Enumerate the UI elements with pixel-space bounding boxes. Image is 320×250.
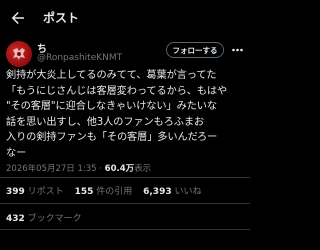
quotes-label: 件の引用 [96,187,133,197]
follow-button[interactable]: フォローする [166,42,224,58]
bookmarks-label: ブックマーク [27,214,82,224]
page-title: ポスト [43,11,80,25]
post-text-line: 剣持が大炎上してるのみてて、葛葉が言ってた [6,70,217,81]
post-text-line: "その客層"に迎合しなきゃいけない」みたいな [6,101,217,113]
quotes-count: 155 [74,187,94,197]
divider [0,229,250,230]
post-meta: 2026年05月27日 1:35 · 60.4万表示 [6,162,151,174]
meta-separator: · [99,164,102,174]
post-text-line: 「もうにじさんじは客層変わってるから、もはや [6,85,228,97]
bookmarks-count: 432 [6,214,25,224]
reposts-stat[interactable]: 399 リポスト [6,187,64,197]
post-text-line: なー [6,147,27,159]
reposts-label: リポスト [27,187,64,197]
likes-stat[interactable]: 6,393 いいね [143,187,201,197]
divider [0,203,250,204]
post-text-line: 話を思い出すし、他3人のファンもろふまお [6,116,205,128]
engagement-stats: 399 リポスト 155 件の引用 6,393 いいね [6,184,209,197]
likes-label: いいね [174,187,202,197]
avatar[interactable] [6,41,32,67]
top-bar: ポスト [0,0,250,34]
post-text: 剣持が大炎上してるのみてて、葛葉が言ってた 「もうにじさんじは客層変わってるから… [6,68,248,162]
post-timestamp[interactable]: 2026年05月27日 1:35 [6,164,97,174]
post-text-line: 入りの剣持ファンも「その客層」多いんだろー [6,132,218,144]
views-label: 表示 [134,164,152,174]
author-handle[interactable]: @RonpashiteKNMT [37,53,122,63]
bookmarks-stat[interactable]: 432 ブックマーク [6,211,82,224]
arrow-left-icon[interactable] [9,9,27,27]
more-dots-icon[interactable] [231,44,244,56]
divider [0,177,250,178]
avatar-image-icon [13,48,25,60]
views-count: 60.4万 [104,164,135,174]
likes-count: 6,393 [143,187,172,197]
reposts-count: 399 [6,187,25,197]
quotes-stat[interactable]: 155 件の引用 [75,187,133,197]
